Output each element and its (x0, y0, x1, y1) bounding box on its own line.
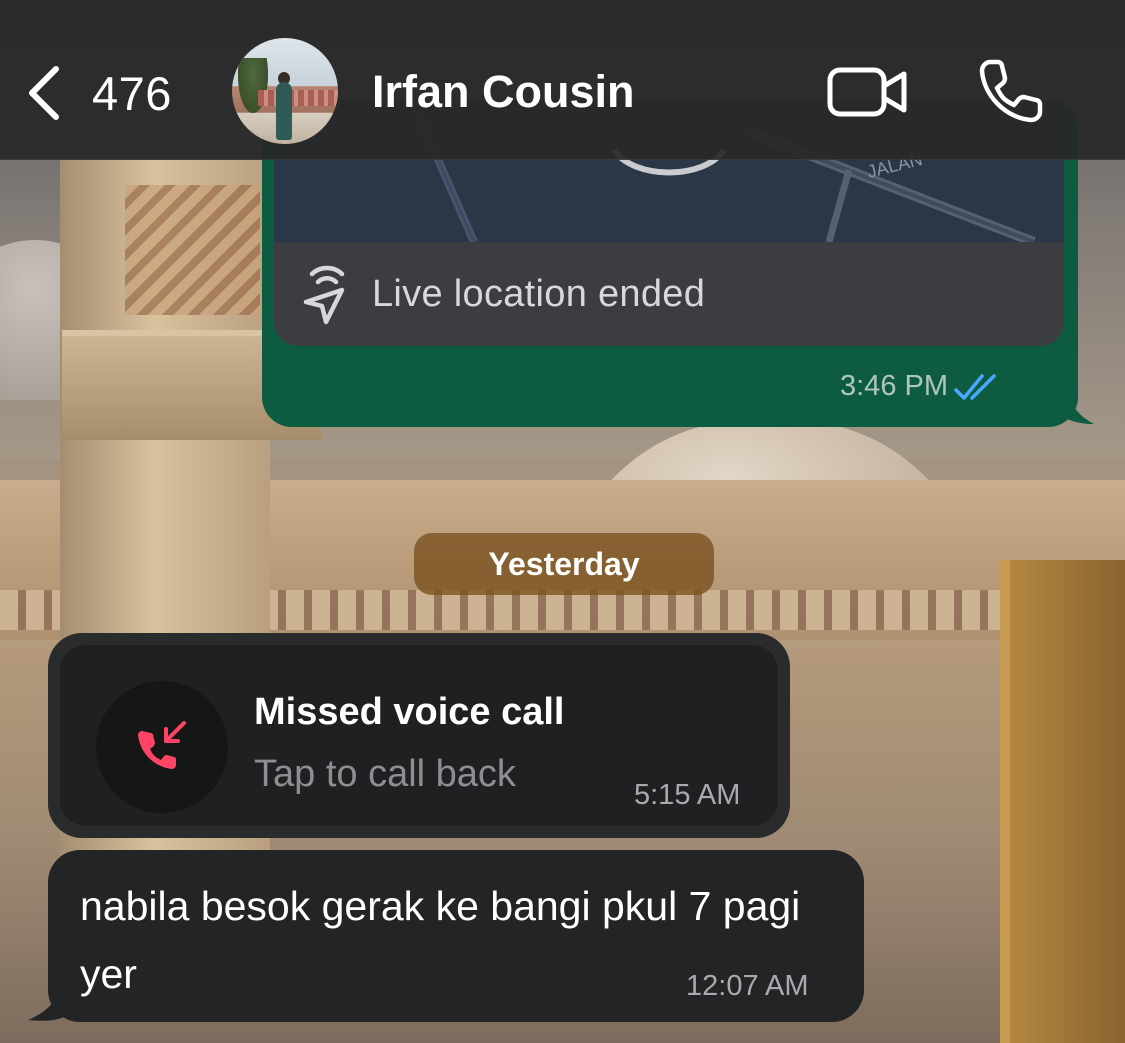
avatar-person (276, 82, 292, 140)
wallpaper-minaret-band (125, 185, 260, 315)
live-location-icon (303, 265, 345, 325)
message-time: 5:15 AM (634, 779, 741, 811)
wallpaper-door (1000, 560, 1125, 1043)
outgoing-message-meta: 3:46 PM (840, 370, 1000, 403)
phone-icon[interactable] (976, 56, 1046, 126)
missed-call-icon (138, 721, 186, 769)
chevron-left-icon (29, 66, 59, 120)
missed-call-icon-circle (96, 681, 228, 813)
double-check-icon (954, 373, 996, 400)
live-location-status: Live location ended (274, 242, 1064, 346)
chat-header: 476 Irfan Cousin (0, 0, 1125, 160)
missed-call-title: Missed voice call (254, 691, 565, 733)
incoming-bubble-tail (28, 980, 68, 1021)
back-button[interactable]: 476 (24, 60, 194, 126)
avatar-railing (258, 90, 338, 106)
unread-count: 476 (92, 66, 172, 120)
avatar[interactable] (232, 38, 338, 144)
contact-name[interactable]: Irfan Cousin (372, 66, 635, 118)
missed-call-bubble[interactable]: Missed voice call Tap to call back 5:15 … (48, 633, 790, 838)
live-location-text: Live location ended (372, 272, 706, 315)
date-separator: Yesterday (414, 533, 714, 595)
missed-call-card: Missed voice call Tap to call back 5:15 … (60, 645, 778, 826)
call-back-link[interactable]: Tap to call back (254, 753, 516, 796)
video-camera-icon[interactable] (826, 62, 910, 122)
outgoing-bubble-tail (1060, 386, 1094, 424)
incoming-message-bubble[interactable]: nabila besok gerak ke bangi pkul 7 pagi … (48, 850, 864, 1022)
message-time: 12:07 AM (686, 970, 809, 1002)
message-time: 3:46 PM (840, 370, 948, 402)
